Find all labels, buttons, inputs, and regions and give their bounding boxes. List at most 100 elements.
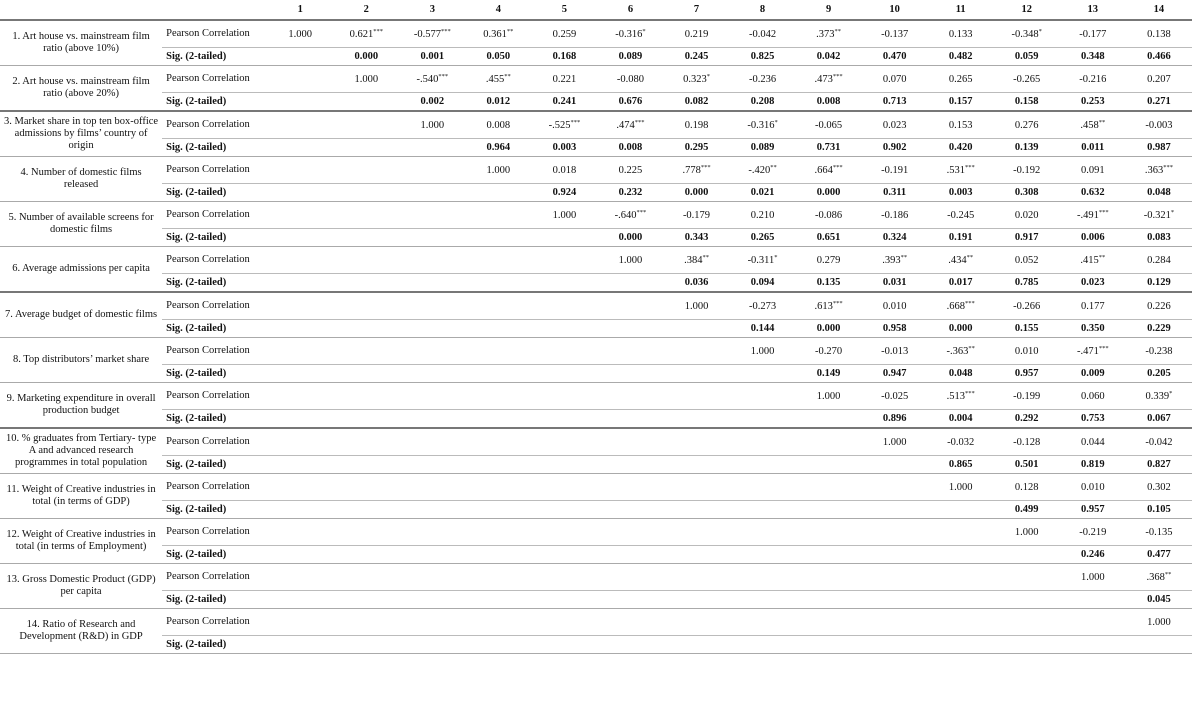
- pearson-cell: [663, 608, 730, 636]
- pearson-cell: 0.153: [927, 111, 994, 139]
- sig-cell: 0.036: [684, 277, 709, 288]
- pearson-cell: [333, 156, 400, 184]
- pearson-cell: .458**: [1059, 111, 1126, 139]
- pearson-cell: 1.000: [597, 246, 664, 274]
- pearson-cell: [333, 563, 400, 591]
- pearson-cell: -.525***: [531, 111, 598, 139]
- pearson-cell: [267, 518, 334, 546]
- pearson-cell: [399, 156, 466, 184]
- sig-cell: 0.021: [750, 187, 775, 198]
- sig-cell: [994, 591, 1060, 609]
- sig-cell: 0.129: [1147, 277, 1171, 288]
- significance-stars: ***: [570, 118, 581, 126]
- pearson-cell: 0.323*: [663, 65, 730, 93]
- pearson-cell: -0.199: [993, 382, 1060, 410]
- sig-cell: 0.902: [882, 142, 907, 153]
- pearson-cell: .384**: [663, 246, 730, 274]
- sig-cell: [597, 320, 663, 338]
- pearson-cell: .778***: [663, 156, 730, 184]
- pearson-cell: [1059, 608, 1126, 636]
- sig-cell: 0.082: [684, 96, 709, 107]
- variable-label: 4. Number of domestic films released: [20, 167, 142, 190]
- sig-cell: [1126, 636, 1192, 654]
- significance-stars: *: [1170, 208, 1175, 216]
- pearson-cell: 1.000: [531, 201, 598, 229]
- sig-cell: [994, 636, 1060, 654]
- sig-cell: 0.089: [618, 51, 643, 62]
- pearson-cell: [729, 382, 796, 410]
- sig-cell: [465, 546, 531, 564]
- pearson-cell: [993, 608, 1060, 636]
- pearson-cell: [333, 608, 400, 636]
- significance-stars: ***: [441, 27, 451, 35]
- pearson-cell: 0.219: [663, 20, 730, 48]
- sig-cell: 0.208: [750, 96, 775, 107]
- pearson-cell: [399, 518, 466, 546]
- pearson-cell: [333, 518, 400, 546]
- header-blank: [162, 0, 267, 20]
- pearson-cell: 0.259: [531, 20, 598, 48]
- table-row-sig: Sig. (2-tailed) 0.246 0.477: [0, 546, 1192, 564]
- variable-label: 3. Market share in top ten box-office ad…: [4, 116, 159, 151]
- pearson-cell: [267, 246, 334, 274]
- sig-cell: [333, 546, 399, 564]
- sig-cell: [399, 365, 465, 383]
- sig-cell: [928, 591, 994, 609]
- pearson-cell: .415**: [1059, 246, 1126, 274]
- sig-cell: 0.470: [882, 51, 907, 62]
- pearson-cell: [663, 563, 730, 591]
- pearson-cell: [267, 201, 334, 229]
- pearson-cell: [267, 608, 334, 636]
- sig-cell: 0.957: [1014, 368, 1039, 379]
- pearson-cell: 0.621***: [333, 20, 400, 48]
- sig-cell: [730, 501, 796, 519]
- significance-stars: ***: [1098, 344, 1109, 352]
- pearson-cell: [333, 292, 400, 320]
- sig-cell: 0.067: [1147, 413, 1171, 424]
- sig-cell: [928, 636, 994, 654]
- pearson-cell: [465, 382, 532, 410]
- sig-cell: [267, 139, 333, 157]
- sig-cell: [730, 365, 796, 383]
- pearson-cell: -0.321*: [1125, 201, 1192, 229]
- sig-cell: 0.000: [948, 323, 973, 334]
- pearson-cell: [795, 608, 862, 636]
- pearson-cell: 0.302: [1125, 473, 1192, 501]
- column-header: 14: [1153, 4, 1165, 15]
- pearson-cell: .455**: [465, 65, 532, 93]
- pearson-cell: [399, 428, 466, 456]
- pearson-cell: [267, 428, 334, 456]
- sig-cell: 0.003: [948, 187, 973, 198]
- sig-cell: 0.827: [1147, 459, 1171, 470]
- pearson-cell: 0.339*: [1125, 382, 1192, 410]
- pearson-cell: [399, 337, 466, 365]
- sig-cell: [267, 365, 333, 383]
- significance-stars: ***: [634, 118, 645, 126]
- pearson-cell: -0.270: [795, 337, 862, 365]
- variable-label: 13. Gross Domestic Product (GDP) per cap…: [6, 574, 156, 597]
- pearson-cell: -0.003: [1125, 111, 1192, 139]
- column-header: 6: [627, 4, 634, 15]
- sig-cell: [399, 636, 465, 654]
- pearson-cell: -0.236: [729, 65, 796, 93]
- significance-stars: ***: [700, 163, 711, 171]
- pearson-cell: [399, 292, 466, 320]
- pearson-cell: [465, 563, 532, 591]
- sig-cell: [796, 410, 862, 429]
- sig-cell: [531, 365, 597, 383]
- variable-label: 8. Top distributors’ market share: [12, 354, 150, 365]
- pearson-cell: -.420**: [729, 156, 796, 184]
- sig-cell: [663, 591, 729, 609]
- sig-cell: 0.499: [1014, 504, 1039, 515]
- column-header: 8: [759, 4, 766, 15]
- sig-cell: [730, 456, 796, 474]
- sig-cell: [399, 229, 465, 247]
- pearson-cell: 0.020: [993, 201, 1060, 229]
- sig-cell: [597, 501, 663, 519]
- sig-cell: [730, 546, 796, 564]
- sig-cell: [531, 410, 597, 429]
- pearson-cell: -0.266: [993, 292, 1060, 320]
- sig-cell: [333, 229, 399, 247]
- sig-cell: 0.753: [1080, 413, 1105, 424]
- sig-cell: 0.000: [816, 323, 841, 334]
